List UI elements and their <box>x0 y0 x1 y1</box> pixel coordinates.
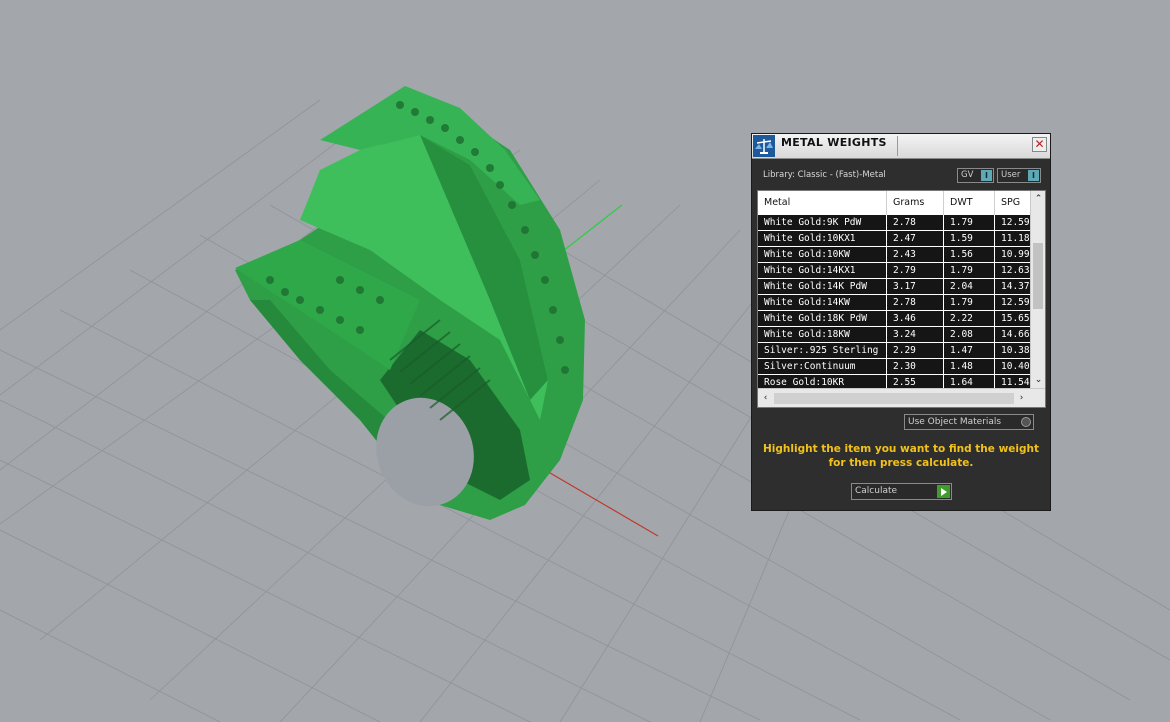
scroll-left-icon[interactable]: ‹ <box>758 392 773 404</box>
grams-cell: 2.43 <box>887 247 944 262</box>
scale-icon <box>753 135 775 157</box>
spg-cell: 11.54 <box>1001 377 1030 388</box>
grams-cell: 2.78 <box>887 295 944 310</box>
dwt-cell: 2.08 <box>944 327 995 342</box>
grams-cell: 2.79 <box>887 263 944 278</box>
user-toggle-knob: I <box>1028 170 1039 181</box>
table-row[interactable]: White Gold:9K PdW 2.78 1.79 12.59 <box>758 215 1030 231</box>
metal-cell: White Gold:9K PdW <box>758 215 887 230</box>
vertical-scrollbar[interactable]: ⌃ ⌄ <box>1030 191 1045 388</box>
scroll-right-icon[interactable]: › <box>1014 392 1029 404</box>
table-body: White Gold:9K PdW 2.78 1.79 12.59 White Gold… <box>758 215 1030 388</box>
gv-toggle-knob: I <box>981 170 992 181</box>
dwt-cell: 1.59 <box>944 231 995 246</box>
table-row[interactable]: White Gold:10KX1 2.47 1.59 11.18 <box>758 231 1030 247</box>
dwt-cell: 1.56 <box>944 247 995 262</box>
vertical-scroll-thumb[interactable] <box>1033 243 1043 309</box>
column-header-grams[interactable]: Grams <box>887 191 944 215</box>
calculate-button[interactable]: Calculate <box>851 483 952 500</box>
library-label: Library: Classic - (Fast)-Metal <box>763 170 886 180</box>
scroll-up-icon[interactable]: ⌃ <box>1031 193 1045 205</box>
close-button[interactable]: ✕ <box>1032 137 1047 152</box>
spg-cell: 10.99 <box>1001 249 1030 260</box>
horizontal-scrollbar[interactable]: ‹ › <box>758 388 1045 407</box>
grams-cell: 3.24 <box>887 327 944 342</box>
table-row[interactable]: Rose Gold:10KR 2.55 1.64 11.54 <box>758 375 1030 388</box>
dwt-cell: 1.79 <box>944 295 995 310</box>
grams-cell: 2.30 <box>887 359 944 374</box>
radio-icon <box>1021 417 1031 427</box>
metal-cell: White Gold:14K PdW <box>758 279 887 294</box>
metal-cell: White Gold:14KW <box>758 295 887 310</box>
use-object-materials-toggle[interactable]: Use Object Materials <box>904 414 1034 430</box>
table-row[interactable]: White Gold:14KX1 2.79 1.79 12.63 <box>758 263 1030 279</box>
horizontal-scroll-thumb[interactable] <box>774 393 1014 404</box>
dwt-cell: 1.79 <box>944 215 995 230</box>
metal-weights-panel: METAL WEIGHTS ✕ Library: Classic - (Fast… <box>751 133 1051 511</box>
table-header: Metal Grams DWT SPG <box>758 191 1030 216</box>
spg-cell: 10.38 <box>1001 345 1030 356</box>
metal-cell: Silver:.925 Sterling <box>758 343 887 358</box>
dwt-cell: 2.22 <box>944 311 995 326</box>
column-header-spg[interactable]: SPG <box>995 191 1035 215</box>
dwt-cell: 1.64 <box>944 375 995 388</box>
scroll-down-icon[interactable]: ⌄ <box>1031 374 1045 386</box>
user-toggle-label: User <box>1001 170 1021 180</box>
help-text: Highlight the item you want to find the … <box>763 443 1039 469</box>
spg-cell: 12.63 <box>1001 265 1030 276</box>
spg-cell: 10.40 <box>1001 361 1030 372</box>
metal-cell: White Gold:10KW <box>758 247 887 262</box>
title-divider <box>897 136 898 156</box>
table-row[interactable]: White Gold:10KW 2.43 1.56 10.99 <box>758 247 1030 263</box>
metal-cell: Rose Gold:10KR <box>758 375 887 388</box>
use-object-materials-label: Use Object Materials <box>908 417 1002 427</box>
dwt-cell: 2.04 <box>944 279 995 294</box>
spg-cell: 14.66 <box>1001 329 1030 340</box>
grams-cell: 2.47 <box>887 231 944 246</box>
spg-cell: 12.59 <box>1001 297 1030 308</box>
gv-toggle[interactable]: GV I <box>957 168 994 183</box>
gv-toggle-label: GV <box>961 170 974 180</box>
play-arrow-icon <box>937 485 950 498</box>
panel-titlebar[interactable]: METAL WEIGHTS ✕ <box>752 134 1050 159</box>
dwt-cell: 1.47 <box>944 343 995 358</box>
column-header-dwt[interactable]: DWT <box>944 191 995 215</box>
grams-cell: 3.46 <box>887 311 944 326</box>
metal-cell: White Gold:18K PdW <box>758 311 887 326</box>
grams-cell: 2.78 <box>887 215 944 230</box>
table-row[interactable]: White Gold:14K PdW 3.17 2.04 14.37 <box>758 279 1030 295</box>
grams-cell: 2.29 <box>887 343 944 358</box>
metal-cell: Silver:Continuum <box>758 359 887 374</box>
dwt-cell: 1.48 <box>944 359 995 374</box>
dwt-cell: 1.79 <box>944 263 995 278</box>
spg-cell: 14.37 <box>1001 281 1030 292</box>
user-toggle[interactable]: User I <box>997 168 1041 183</box>
ring-3d-model <box>235 86 585 520</box>
spg-cell: 11.18 <box>1001 233 1030 244</box>
x-axis-line <box>544 469 659 537</box>
metal-table[interactable]: Metal Grams DWT SPG White Gold:9K PdW 2.7… <box>757 190 1046 408</box>
panel-title: METAL WEIGHTS <box>781 136 887 149</box>
table-row[interactable]: Silver:Continuum 2.30 1.48 10.40 <box>758 359 1030 375</box>
grams-cell: 3.17 <box>887 279 944 294</box>
metal-cell: White Gold:10KX1 <box>758 231 887 246</box>
table-row[interactable]: White Gold:18K PdW 3.46 2.22 15.65 <box>758 311 1030 327</box>
spg-cell: 12.59 <box>1001 217 1030 228</box>
metal-cell: White Gold:18KW <box>758 327 887 342</box>
metal-cell: White Gold:14KX1 <box>758 263 887 278</box>
table-row[interactable]: White Gold:14KW 2.78 1.79 12.59 <box>758 295 1030 311</box>
table-row[interactable]: White Gold:18KW 3.24 2.08 14.66 <box>758 327 1030 343</box>
calculate-label: Calculate <box>855 486 898 496</box>
column-header-metal[interactable]: Metal <box>758 191 887 215</box>
grams-cell: 2.55 <box>887 375 944 388</box>
spg-cell: 15.65 <box>1001 313 1030 324</box>
table-row[interactable]: Silver:.925 Sterling 2.29 1.47 10.38 <box>758 343 1030 359</box>
